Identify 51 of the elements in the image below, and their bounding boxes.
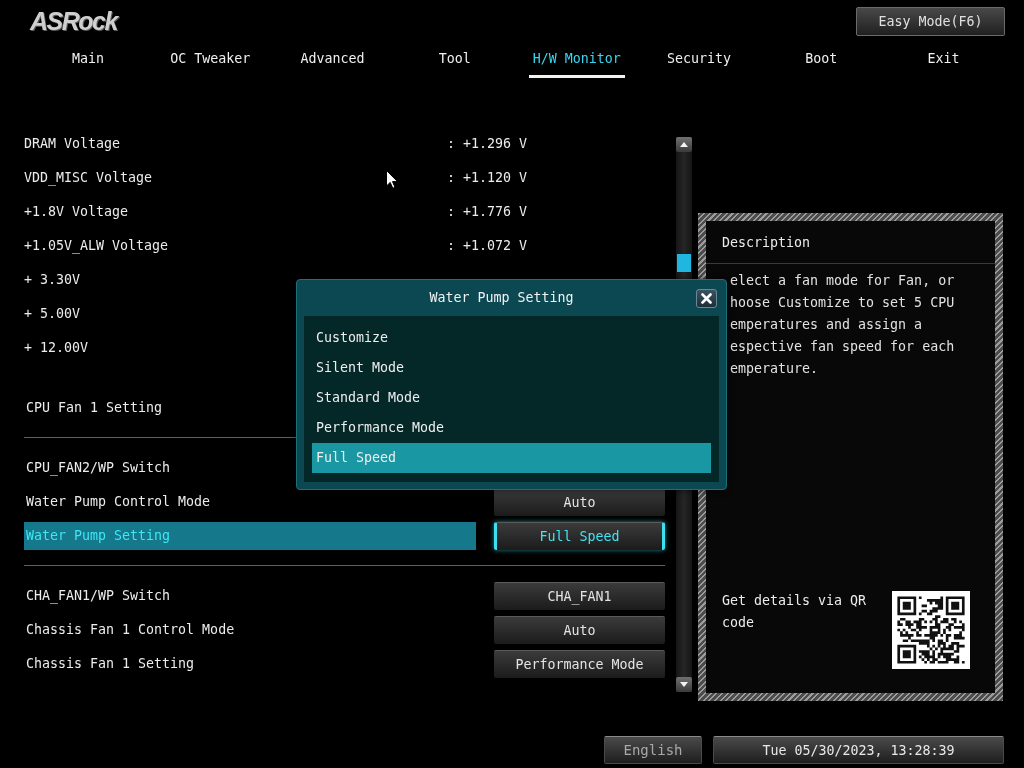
value-button[interactable]: Auto [494, 616, 665, 644]
value-button[interactable]: Full Speed [494, 522, 665, 550]
reading-value: : +1.296 V [447, 135, 528, 153]
menu-item[interactable]: Chassis Fan 1 Setting [24, 650, 197, 678]
reading-value: : +1.776 V [447, 203, 528, 221]
language-button[interactable]: English [604, 736, 702, 764]
menu-item[interactable]: Chassis Fan 1 Control Mode [24, 616, 237, 644]
reading-label: + 3.30V [24, 271, 81, 289]
reading-label: + 12.00V [24, 339, 89, 357]
menu-item[interactable]: Water Pump Control Mode [24, 488, 213, 516]
option-item[interactable]: Standard Mode [312, 383, 711, 413]
caret-up-icon [680, 142, 688, 147]
menu-item[interactable]: CPU_FAN2/WP Switch [24, 454, 173, 482]
close-button[interactable] [696, 288, 717, 308]
option-item[interactable]: Silent Mode [312, 353, 711, 383]
scrollbar-thumb[interactable] [677, 254, 691, 272]
reading-label: DRAM Voltage [24, 135, 121, 153]
nav-tab[interactable]: Tool [434, 49, 475, 78]
close-icon [701, 292, 712, 304]
menu-item[interactable]: CPU Fan 1 Setting [24, 394, 165, 422]
option-item[interactable]: Customize [312, 323, 711, 353]
menu-item[interactable]: CHA_FAN1/WP Switch [24, 582, 173, 610]
scroll-up-button[interactable] [676, 137, 692, 152]
scroll-down-button[interactable] [676, 677, 692, 692]
easy-mode-button[interactable]: Easy Mode(F6) [856, 7, 1005, 36]
nav-tab[interactable]: OC Tweaker [166, 49, 255, 78]
nav-tab[interactable]: Advanced [296, 49, 369, 78]
nav-tab[interactable]: Main [68, 49, 109, 78]
description-text: elect a fan mode for Fan, or hoose Customize to set 5 CPU emperatures and assign a espective fan speed for each emperature. [730, 272, 955, 378]
reading-label: +1.05V_ALW Voltage [24, 237, 169, 256]
popup-title: Water Pump Setting [429, 289, 574, 307]
reading-value: : +1.120 V [447, 169, 528, 187]
nav-tab[interactable]: Boot [801, 49, 842, 78]
reading-value: : +1.072 V [447, 237, 528, 255]
nav-tab[interactable]: H/W Monitor [528, 49, 625, 78]
caret-down-icon [680, 682, 688, 687]
value-button[interactable]: Auto [494, 488, 665, 516]
value-button[interactable]: Performance Mode [494, 650, 665, 678]
qr-caption: Get details via QR code [722, 592, 868, 632]
option-item[interactable]: Performance Mode [312, 413, 711, 443]
nav-tab[interactable]: Security [663, 49, 736, 78]
datetime-button[interactable]: Tue 05/30/2023, 13:28:39 [713, 736, 1004, 764]
description-title: Description [722, 235, 811, 250]
reading-label: VDD_MISC Voltage [24, 169, 153, 188]
qr-code-icon [892, 591, 970, 669]
reading-label: + 5.00V [24, 305, 81, 323]
value-button[interactable]: CHA_FAN1 [494, 582, 665, 610]
nav-tab[interactable]: Exit [923, 49, 964, 78]
mouse-pointer-icon [386, 170, 398, 189]
brand-logo: ASRock [30, 8, 117, 34]
reading-label: +1.8V Voltage [24, 203, 129, 221]
